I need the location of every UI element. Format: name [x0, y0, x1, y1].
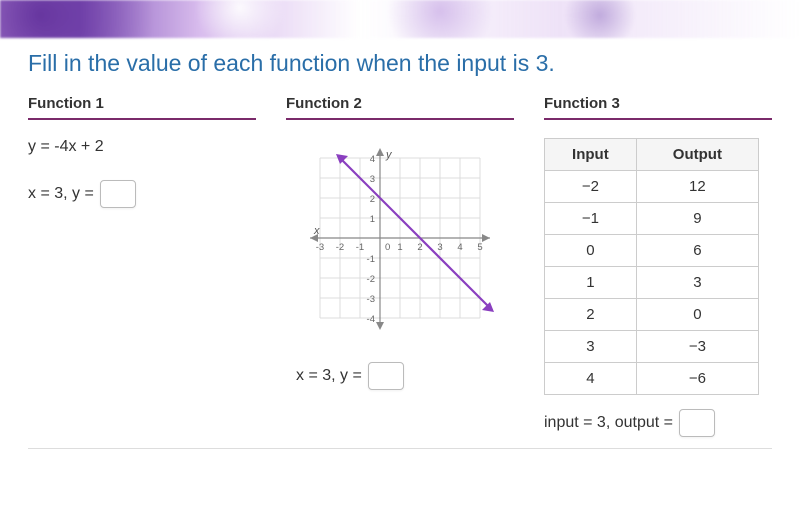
table-row: −212 [545, 171, 759, 203]
svg-text:1: 1 [370, 214, 375, 225]
question-text: Fill in the value of each function when … [28, 50, 772, 77]
table-cell-output: −3 [636, 331, 758, 363]
table-cell-input: 2 [545, 299, 637, 331]
svg-text:2: 2 [370, 194, 375, 205]
svg-text:-2: -2 [367, 274, 375, 285]
function-3-table: Input Output −212−190613203−34−6 [544, 138, 759, 395]
function-2-graph-wrap: -3 -2 -1 0 1 2 3 4 5 4 3 2 1 -1 [286, 138, 514, 390]
function-1-answer-row: x = 3, y = [28, 180, 256, 208]
table-row: 20 [545, 299, 759, 331]
svg-text:-2: -2 [336, 242, 344, 253]
table-cell-output: 12 [636, 171, 758, 203]
svg-text:-4: -4 [367, 314, 375, 325]
function-3-prompt: input = 3, output = [544, 414, 673, 432]
y-axis-arrow-down [376, 322, 384, 330]
function-2-graph: -3 -2 -1 0 1 2 3 4 5 4 3 2 1 -1 [290, 138, 510, 348]
function-1-equation: y = -4x + 2 [28, 138, 256, 156]
y-axis-label: y [385, 149, 393, 161]
table-cell-input: −1 [545, 203, 637, 235]
function-1-title: Function 1 [28, 95, 256, 120]
svg-text:4: 4 [370, 154, 375, 165]
svg-text:-3: -3 [367, 294, 375, 305]
function-2-title: Function 2 [286, 95, 514, 120]
table-cell-input: 1 [545, 267, 637, 299]
function-2-prompt: x = 3, y = [296, 367, 362, 385]
x-axis-label: x [313, 225, 320, 237]
table-cell-output: 9 [636, 203, 758, 235]
table-row: −19 [545, 203, 759, 235]
line-arrow-start [336, 154, 348, 164]
table-cell-output: −6 [636, 363, 758, 395]
svg-text:4: 4 [457, 242, 462, 253]
y-axis-arrow-up [376, 148, 384, 156]
function-2-column: Function 2 [286, 95, 514, 437]
table-cell-output: 6 [636, 235, 758, 267]
table-row: 3−3 [545, 331, 759, 363]
table-cell-input: −2 [545, 171, 637, 203]
graph-tick-labels: -3 -2 -1 0 1 2 3 4 5 4 3 2 1 -1 [316, 154, 483, 325]
svg-text:-1: -1 [367, 254, 375, 265]
function-3-title: Function 3 [544, 95, 772, 120]
svg-text:3: 3 [370, 174, 375, 185]
function-2-answer-input[interactable] [368, 362, 404, 390]
function-2-answer-row: x = 3, y = [296, 362, 404, 390]
line-arrow-end [482, 302, 494, 312]
table-head-output: Output [636, 139, 758, 171]
worksheet-content: Fill in the value of each function when … [0, 0, 800, 457]
table-cell-input: 3 [545, 331, 637, 363]
function-1-column: Function 1 y = -4x + 2 x = 3, y = [28, 95, 256, 437]
function-3-answer-row: input = 3, output = [544, 409, 772, 437]
x-axis-arrow-right [482, 234, 490, 242]
table-cell-output: 0 [636, 299, 758, 331]
svg-text:5: 5 [477, 242, 482, 253]
table-head-input: Input [545, 139, 637, 171]
function-columns: Function 1 y = -4x + 2 x = 3, y = Functi… [28, 95, 772, 437]
svg-text:1: 1 [397, 242, 402, 253]
function-3-answer-input[interactable] [679, 409, 715, 437]
svg-text:-3: -3 [316, 242, 324, 253]
svg-text:-1: -1 [356, 242, 364, 253]
function-3-column: Function 3 Input Output −212−190613203−3… [544, 95, 772, 437]
function-line [338, 156, 492, 310]
function-1-answer-input[interactable] [100, 180, 136, 208]
svg-text:0: 0 [385, 242, 390, 253]
bottom-divider [28, 448, 772, 449]
table-row: 13 [545, 267, 759, 299]
table-cell-output: 3 [636, 267, 758, 299]
table-cell-input: 4 [545, 363, 637, 395]
function-1-prompt: x = 3, y = [28, 185, 94, 203]
table-cell-input: 0 [545, 235, 637, 267]
svg-text:3: 3 [437, 242, 442, 253]
table-row: 4−6 [545, 363, 759, 395]
table-row: 06 [545, 235, 759, 267]
svg-text:2: 2 [417, 242, 422, 253]
